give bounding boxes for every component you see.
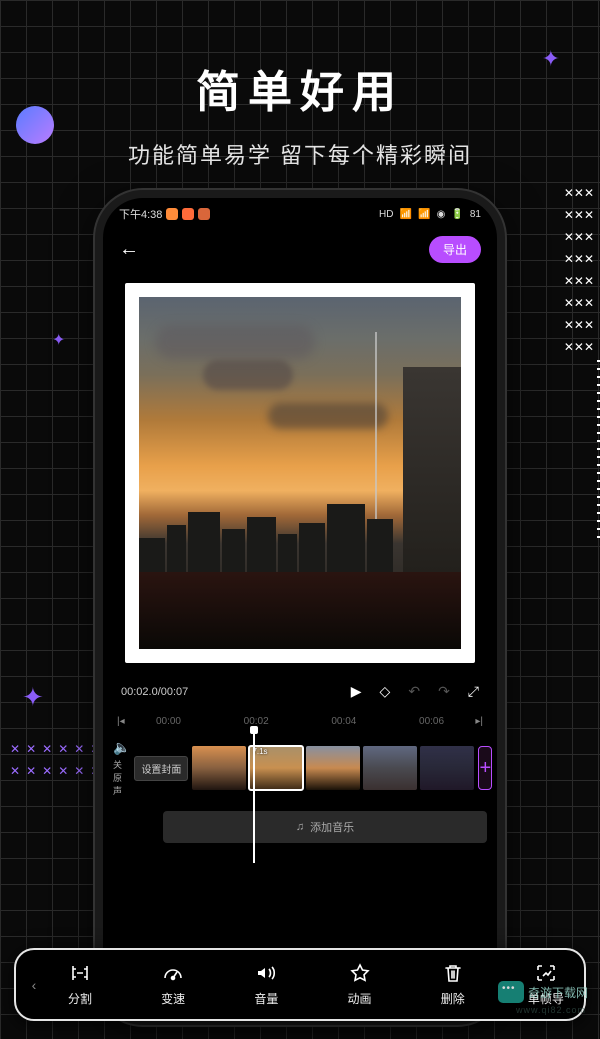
status-time: 下午4:38 xyxy=(119,206,162,222)
signal-icon: 📶 xyxy=(418,209,430,220)
tool-delete[interactable]: 删除 xyxy=(423,962,483,1007)
tool-label: 音量 xyxy=(254,990,278,1007)
tool-split[interactable]: 分割 xyxy=(50,962,110,1007)
speaker-icon: 🔈 xyxy=(113,739,130,756)
playback-time: 00:02.0/00:07 xyxy=(121,686,188,698)
editor-topbar: ← 导出 xyxy=(103,226,497,273)
tool-volume[interactable]: 音量 xyxy=(236,962,296,1007)
ruler-tick: 00:00 xyxy=(125,716,213,727)
status-indicators: HD 📶 📶 ◉ 🔋 81 xyxy=(376,208,481,220)
battery-level: 81 xyxy=(470,209,481,220)
split-icon xyxy=(69,962,91,984)
status-bar: 下午4:38 HD 📶 📶 ◉ 🔋 81 xyxy=(103,198,497,226)
add-clip-button[interactable]: + xyxy=(478,746,492,790)
speedometer-icon xyxy=(162,962,184,984)
status-app-icon xyxy=(198,208,210,220)
sparkle-icon: ✦ xyxy=(22,682,44,713)
back-button[interactable]: ← xyxy=(119,238,139,261)
mute-original-button[interactable]: 🔈 关原声 xyxy=(113,739,130,797)
status-app-icon xyxy=(166,208,178,220)
subheadline: 功能简单易学 留下每个精彩瞬间 xyxy=(0,138,600,170)
skip-start-icon[interactable]: |◂ xyxy=(117,716,125,727)
set-cover-button[interactable]: 设置封面 xyxy=(134,756,188,781)
decor-x-column: ✕✕✕✕✕✕✕✕✕✕✕✕✕✕✕✕✕✕✕✕✕✕✕✕ xyxy=(564,186,594,354)
tool-speed[interactable]: 变速 xyxy=(143,962,203,1007)
signal-icon: 📶 xyxy=(400,209,412,220)
tool-label: 删除 xyxy=(441,990,465,1007)
video-track[interactable]: 🔈 关原声 设置封面 7.1s + xyxy=(103,733,497,803)
timeline-clip[interactable] xyxy=(306,746,360,790)
sparkle-icon: ✦ xyxy=(52,330,65,350)
skip-end-icon[interactable]: ▸| xyxy=(475,716,483,727)
music-note-icon: ♫ xyxy=(296,821,304,833)
tool-label: 分割 xyxy=(68,990,92,1007)
watermark-text: 奇游下载网 xyxy=(528,984,588,1001)
phone-mockup: 下午4:38 HD 📶 📶 ◉ 🔋 81 ← 导出 xyxy=(95,190,505,1025)
timeline-clip[interactable] xyxy=(192,746,246,790)
tool-label: 变速 xyxy=(161,990,185,1007)
ruler-tick: 00:04 xyxy=(300,716,388,727)
add-music-label: 添加音乐 xyxy=(310,819,354,835)
keyframe-button[interactable]: ◇ xyxy=(380,683,391,700)
tool-label: 动画 xyxy=(348,990,372,1007)
preview-frame xyxy=(139,297,461,649)
export-button[interactable]: 导出 xyxy=(429,236,481,263)
play-button[interactable]: ▶ xyxy=(351,683,362,700)
redo-button[interactable]: ↷ xyxy=(438,683,450,700)
headline: 简单好用 xyxy=(0,56,600,120)
timeline-ruler: |◂ 00:00 00:02 00:04 00:06 ▸| xyxy=(103,710,497,733)
timeline-clip[interactable] xyxy=(363,746,417,790)
wifi-icon: ◉ xyxy=(437,209,446,220)
ruler-tick: 00:06 xyxy=(388,716,476,727)
tool-animation[interactable]: 动画 xyxy=(330,962,390,1007)
battery-icon: 🔋 xyxy=(451,209,463,220)
undo-button[interactable]: ↶ xyxy=(408,683,420,700)
add-music-button[interactable]: ♫ 添加音乐 xyxy=(163,811,487,843)
trash-icon xyxy=(442,962,464,984)
watermark-icon xyxy=(498,981,524,1003)
watermark: 奇游下载网 xyxy=(498,981,588,1003)
hd-icon: HD xyxy=(379,209,393,220)
timeline-clip[interactable] xyxy=(420,746,474,790)
watermark-url: www.qi82.com xyxy=(516,1005,586,1015)
video-preview[interactable] xyxy=(125,283,475,663)
playhead[interactable] xyxy=(253,729,255,863)
volume-icon xyxy=(255,962,277,984)
status-app-icon xyxy=(182,208,194,220)
timeline-clip[interactable]: 7.1s xyxy=(249,746,303,790)
playback-bar: 00:02.0/00:07 ▶ ◇ ↶ ↷ ⤢ xyxy=(103,673,497,710)
toolbar-collapse-button[interactable]: ‹ xyxy=(24,977,44,993)
star-icon xyxy=(349,962,371,984)
fullscreen-button[interactable]: ⤢ xyxy=(468,683,479,700)
mute-label: 关原声 xyxy=(113,758,130,797)
